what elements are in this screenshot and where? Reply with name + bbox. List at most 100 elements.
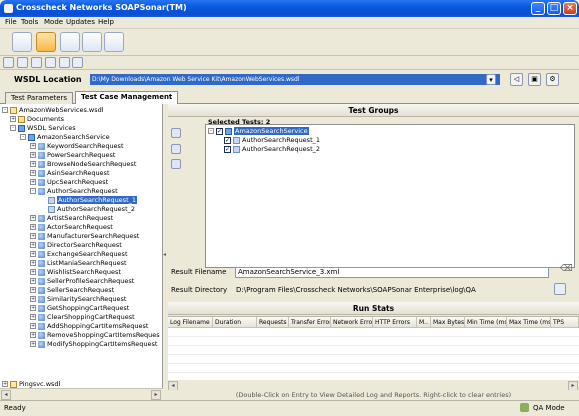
tree-node-test-case[interactable]: AuthorSearchRequest_2 [48,205,135,214]
tree-node-request[interactable]: + SimilaritySearchRequest [30,295,126,304]
expand-icon[interactable]: + [30,242,36,248]
test-item-2[interactable]: ✓ AuthorSearchRequest_2 [224,145,320,154]
tree-node-request[interactable]: + ArtistSearchRequest [30,214,113,223]
project-icon[interactable] [12,32,32,52]
expand-icon[interactable]: + [30,233,36,239]
expand-icon[interactable]: + [30,152,36,158]
test-checkbox[interactable]: ✓ [224,136,231,144]
tree-node-request[interactable]: + ListManiaSearchRequest [30,259,127,268]
column-header[interactable]: Requests [257,317,289,328]
close-button[interactable]: × [563,2,577,15]
wsdl-dropdown-button[interactable]: ▾ [486,74,496,85]
menu-mode[interactable]: Mode [44,18,63,26]
tree-node-request[interactable]: + RemoveShoppingCartItemsReques [30,331,160,340]
expand-icon[interactable]: + [30,179,36,185]
table-row[interactable] [168,328,579,337]
refresh-icon[interactable] [59,57,70,68]
column-header[interactable]: Transfer Errors [289,317,331,328]
menu-file[interactable]: File [5,18,17,26]
wsdl-location-input[interactable]: D:\My Downloads\Amazon Web Service Kit\A… [90,74,500,85]
collapse-icon[interactable]: - [208,128,214,134]
menu-updates[interactable]: Updates [66,18,95,26]
tree-node-service[interactable]: - AmazonSearchService [20,133,110,142]
wsdl-folder-icon[interactable]: ▣ [528,73,541,86]
tab-test-case-management[interactable]: Test Case Management [75,91,179,104]
table-row[interactable] [168,346,579,355]
expand-icon[interactable]: + [30,296,36,302]
expand-icon[interactable]: + [30,251,36,257]
wsdl-config-icon[interactable]: ⚙ [546,73,559,86]
tree-node-test-case[interactable]: AuthorSearchRequest_1 [48,196,138,205]
collapse-icon[interactable]: - [30,188,36,194]
column-header[interactable]: Max Time (ms) [507,317,551,328]
tree-node-request[interactable]: + ExchangeSearchRequest [30,250,128,259]
test-item-1[interactable]: ✓ AuthorSearchRequest_1 [224,136,320,145]
tree-horizontal-scrollbar[interactable]: ◂ ▸ [0,388,163,400]
tree-node-services[interactable]: - WSDL Services [10,124,76,133]
expand-icon[interactable]: + [30,287,36,293]
tree-node-request[interactable]: + ModifyShoppingCartItemsRequest [30,340,157,349]
settings-gear-icon[interactable] [60,32,80,52]
expand-icon[interactable]: + [30,278,36,284]
table-row[interactable] [168,337,579,346]
tree-node-request[interactable]: + SellerSearchRequest [30,286,114,295]
maximize-button[interactable]: □ [547,2,561,15]
group-checkbox[interactable]: ✓ [216,127,223,135]
tree-node-request[interactable]: + DirectorSearchRequest [30,241,122,250]
tree-node-root[interactable]: - AmazonWebServices.wsdl [2,106,104,115]
menu-help[interactable]: Help [98,18,114,26]
tree-node-request[interactable]: + WishlistSearchRequest [30,268,121,277]
test-group-node[interactable]: - ✓ AmazonSearchService [208,127,309,136]
expand-icon[interactable]: + [30,260,36,266]
properties-icon[interactable] [171,159,181,169]
expand-icon[interactable]: + [30,314,36,320]
save-icon[interactable] [31,57,42,68]
tree-node-request[interactable]: + UpcSearchRequest [30,178,108,187]
tree-node-request[interactable]: + SellerProfileSearchRequest [30,277,134,286]
expand-icon[interactable]: + [30,215,36,221]
tree-node-request[interactable]: + PowerSearchRequest [30,151,115,160]
expand-icon[interactable]: + [30,305,36,311]
tree-node-request[interactable]: + BrowseNodeSearchRequest [30,160,136,169]
tree-node-documents[interactable]: + Documents [10,115,64,124]
expand-icon[interactable]: + [30,170,36,176]
expand-icon[interactable]: + [30,341,36,347]
tree-node-request[interactable]: + GetShoppingCartRequest [30,304,129,313]
collapse-icon[interactable]: - [2,107,8,113]
splitter-arrow-icon[interactable]: ◂ [163,251,166,258]
remove-icon[interactable] [171,144,181,154]
browse-folder-icon[interactable] [554,283,566,295]
tree-node-request[interactable]: + ActorSearchRequest [30,223,113,232]
minimize-button[interactable]: _ [531,2,545,15]
test-case-icon[interactable] [36,32,56,52]
new-icon[interactable] [3,57,14,68]
column-header[interactable]: Max Bytes [431,317,465,328]
collapse-icon[interactable]: - [20,134,26,140]
expand-icon[interactable]: + [10,116,16,122]
column-header[interactable]: Network Errors [331,317,373,328]
run-icon[interactable] [171,128,181,138]
expand-icon[interactable]: + [30,143,36,149]
tree-node-request[interactable]: + AsinSearchRequest [30,169,110,178]
tree-node-request[interactable]: + ManufacturerSearchRequest [30,232,139,241]
expand-icon[interactable]: + [30,161,36,167]
collapse-icon[interactable]: - [10,125,16,131]
column-header[interactable]: HTTP Errors [373,317,417,328]
expand-icon[interactable]: + [30,323,36,329]
tree-node-request[interactable]: - AuthorSearchRequest [30,187,118,196]
edit-icon[interactable] [104,32,124,52]
column-header[interactable]: Log Filename [168,317,213,328]
help-icon[interactable] [72,57,83,68]
tree-node-request[interactable]: + KeywordSearchRequest [30,142,124,151]
eraser-icon[interactable]: ⌫ [560,264,573,274]
column-header[interactable]: Min Time (ms) [465,317,507,328]
menu-tools[interactable]: Tools [21,18,38,26]
grid-horizontal-scrollbar[interactable]: ◂ ▸ [168,380,579,391]
table-row[interactable] [168,355,579,364]
expand-icon[interactable]: + [30,269,36,275]
scroll-left-icon[interactable]: ◂ [1,390,11,400]
test-checkbox[interactable]: ✓ [224,145,231,153]
table-row[interactable] [168,364,579,373]
tab-test-parameters[interactable]: Test Parameters [5,92,74,104]
expand-icon[interactable]: + [30,224,36,230]
